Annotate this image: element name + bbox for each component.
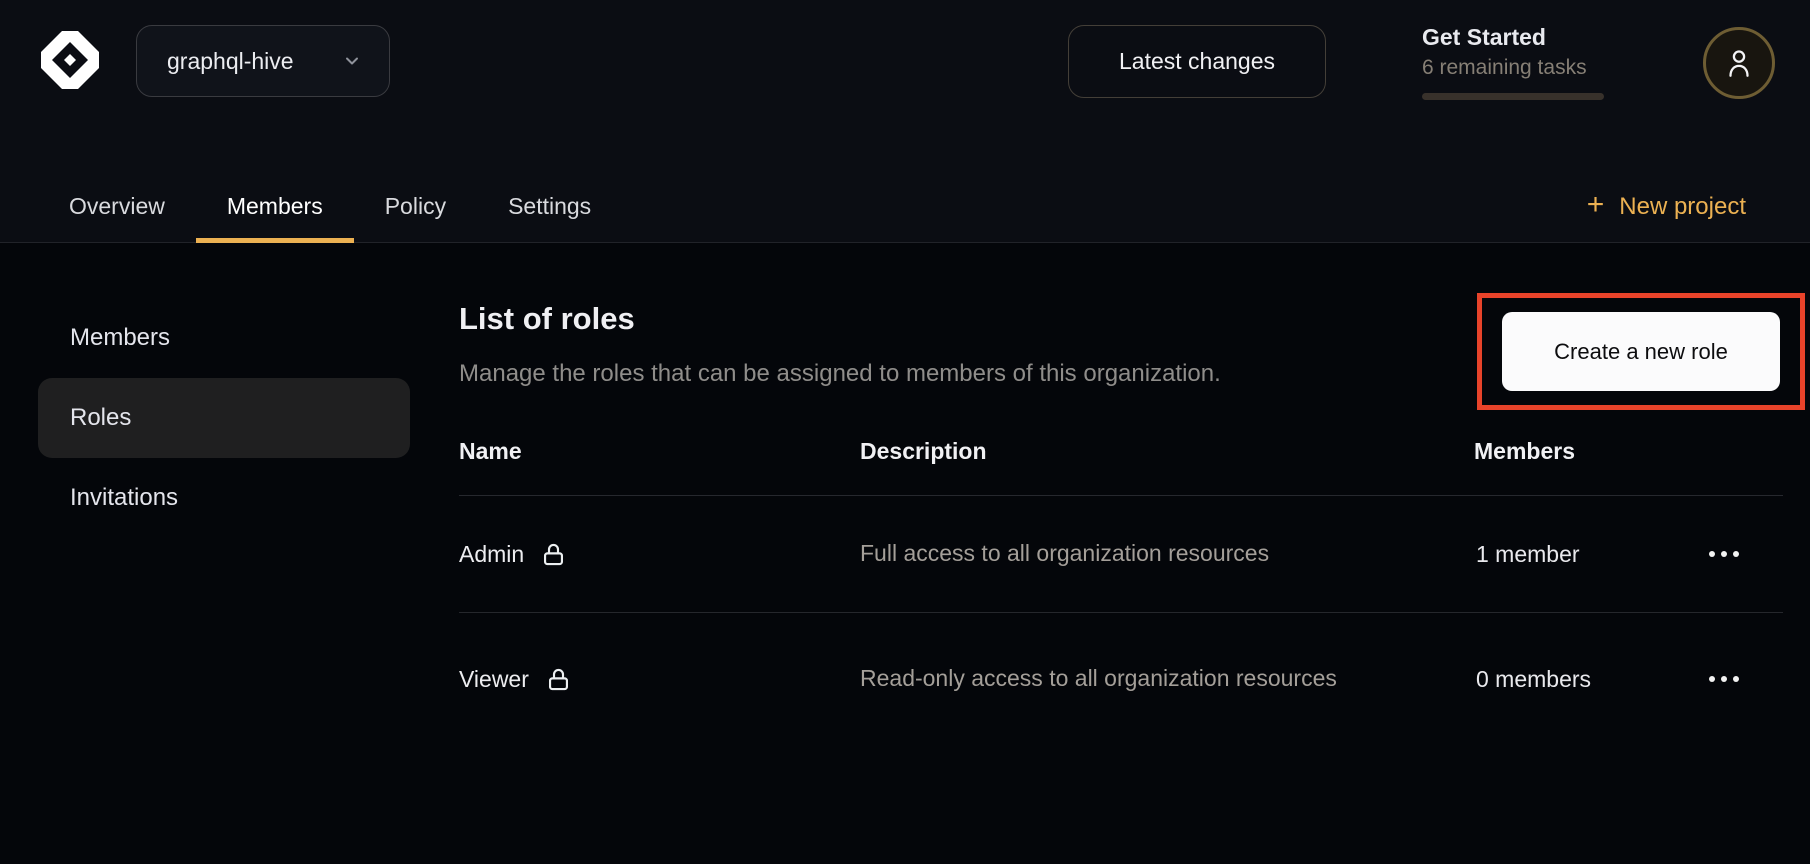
tab-overview[interactable]: Overview [38, 170, 196, 243]
user-avatar[interactable] [1703, 27, 1775, 99]
get-started-subtitle: 6 remaining tasks [1422, 56, 1606, 80]
column-header-description: Description [860, 438, 1474, 495]
new-project-label: New project [1619, 193, 1746, 221]
table-row: Admin Full access to all organization re… [459, 496, 1783, 613]
sidebar-item-members[interactable]: Members [38, 298, 410, 378]
org-tabs: Overview Members Policy Settings [38, 170, 622, 243]
page-subtitle: Manage the roles that can be assigned to… [459, 360, 1221, 388]
role-name-cell: Admin [459, 540, 860, 569]
role-name: Admin [459, 541, 524, 568]
table-row: Viewer Read-only access to all organizat… [459, 613, 1783, 745]
chevron-down-icon [341, 50, 363, 72]
sidebar-item-roles[interactable]: Roles [38, 378, 410, 458]
ellipsis-icon [1709, 676, 1739, 682]
page-title: List of roles [459, 301, 635, 337]
tab-members[interactable]: Members [196, 170, 354, 243]
tab-settings[interactable]: Settings [477, 170, 622, 243]
new-project-button[interactable]: + New project [1587, 170, 1746, 243]
column-header-actions [1707, 438, 1783, 495]
top-bar: graphql-hive Latest changes Get Started … [0, 0, 1810, 243]
column-header-members: Members [1474, 438, 1707, 495]
lock-icon [545, 665, 572, 694]
annotation-highlight-box: Create a new role [1477, 293, 1805, 410]
row-menu-button[interactable] [1707, 670, 1741, 688]
role-name-cell: Viewer [459, 665, 860, 694]
org-selector[interactable]: graphql-hive [136, 25, 390, 97]
hive-logo-icon[interactable] [38, 28, 102, 92]
role-members-count: 1 member [1474, 541, 1707, 568]
row-menu-button[interactable] [1707, 545, 1741, 563]
table-header-row: Name Description Members [459, 438, 1783, 496]
sidebar-item-invitations[interactable]: Invitations [38, 458, 410, 538]
role-members-count: 0 members [1474, 666, 1707, 693]
column-header-name: Name [459, 438, 860, 495]
get-started-widget[interactable]: Get Started 6 remaining tasks [1422, 24, 1606, 100]
roles-table: Name Description Members Admin Full acce… [459, 438, 1783, 745]
role-description: Full access to all organization resource… [860, 534, 1365, 573]
members-sidebar: Members Roles Invitations [38, 298, 410, 538]
role-description: Read-only access to all organization res… [860, 659, 1365, 698]
latest-changes-button[interactable]: Latest changes [1068, 25, 1326, 98]
tab-policy[interactable]: Policy [354, 170, 477, 243]
get-started-title: Get Started [1422, 24, 1606, 51]
ellipsis-icon [1709, 551, 1739, 557]
create-new-role-button[interactable]: Create a new role [1502, 312, 1780, 391]
app-root: graphql-hive Latest changes Get Started … [0, 0, 1810, 864]
lock-icon [540, 540, 567, 569]
user-icon [1722, 46, 1756, 80]
org-selector-label: graphql-hive [167, 48, 294, 75]
plus-icon: + [1587, 190, 1605, 220]
get-started-progress-bar [1422, 93, 1604, 100]
role-name: Viewer [459, 666, 529, 693]
